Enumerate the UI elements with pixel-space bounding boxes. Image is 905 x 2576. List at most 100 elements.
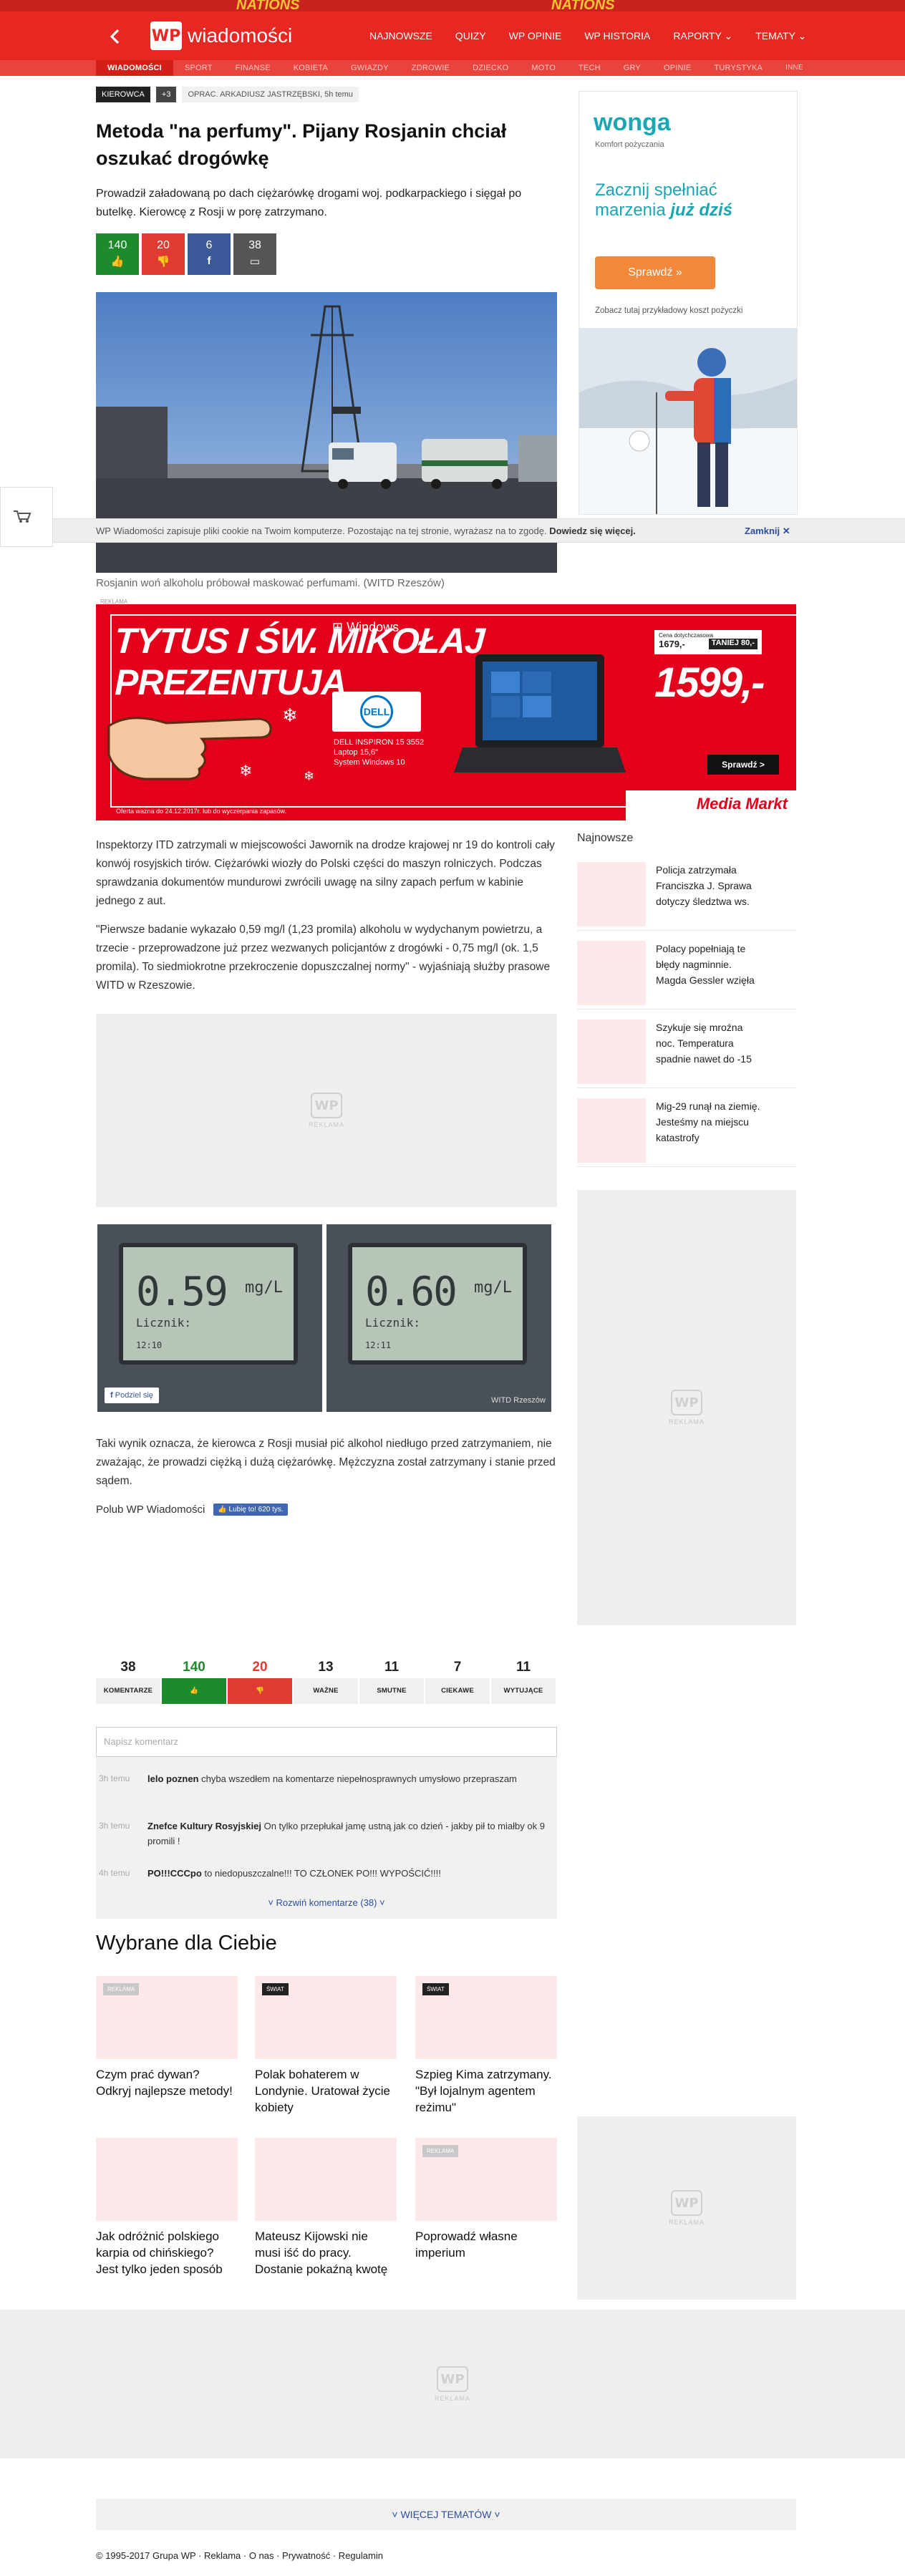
newest-item[interactable]: Polacy popełniają te błędy nagminnie. Ma… [577, 931, 796, 1009]
subnav-gwiazdy[interactable]: GWIAZDY [339, 60, 400, 76]
card-badge: ŚWIAT [262, 1983, 289, 1995]
card-image: REKLAMA [96, 1976, 238, 2059]
nav-tematy[interactable]: TEMATY ⌄ [744, 23, 818, 49]
article-tags: KIEROWCA +3 OPRAC. ARKADIUSZ JASTRZĘBSKI… [96, 87, 359, 102]
reaction-comments[interactable]: 38 KOMENTARZE [96, 1660, 160, 1704]
meter-time: 12:11 [365, 1340, 392, 1350]
more-topics-button[interactable]: ˅ WIĘCEJ TEMATÓW ˅ [96, 2499, 796, 2530]
reaction-upvote[interactable]: 140 👍 [162, 1660, 226, 1704]
comment-icon: ▭ [249, 256, 261, 268]
comment[interactable]: 3h temu lelo poznen chyba wszedłem na kom… [96, 1771, 557, 1786]
subnav-kobieta[interactable]: KOBIETA [282, 60, 339, 76]
nav-wp-historia[interactable]: WP HISTORIA [573, 23, 662, 49]
side-floating-button[interactable] [0, 487, 53, 547]
recommended-card[interactable]: ŚWIAT Polak bohaterem w Londynie. Uratowa… [255, 1976, 397, 2116]
reaction-wkurzajace[interactable]: 11 WYTUJĄCE [491, 1660, 556, 1704]
subnav-turystyka[interactable]: TURYSTYKA [702, 60, 774, 76]
cookie-close-button[interactable]: Zamknij ✕ [745, 526, 790, 537]
snowflake-icon: ❄ [304, 769, 315, 783]
nav-wp-opinie[interactable]: WP OPINIE [498, 23, 574, 49]
comment-input[interactable]: Napisz komentarz [96, 1727, 557, 1757]
meter-label: Licznik: [136, 1316, 192, 1330]
wonga-check-button[interactable]: Sprawdź » [595, 256, 715, 289]
comment[interactable]: 3h temu Znefce Kultury Rosyjskiej On tylk… [96, 1819, 557, 1849]
reaction-smutne[interactable]: 11 SMUTNE [359, 1660, 424, 1704]
subnav-finanse[interactable]: FINANSE [224, 60, 282, 76]
newest-item[interactable]: Mig-29 runął na ziemię. Jesteśmy na miej… [577, 1088, 796, 1167]
cookie-more-link[interactable]: Dowiedz się więcej. [549, 526, 636, 536]
expand-comments-link[interactable]: ˅ Rozwiń komentarze (38) ˅ [96, 1897, 557, 1908]
reaction-downvote[interactable]: 20 👎 [228, 1660, 292, 1704]
back-arrow-icon[interactable] [107, 29, 123, 44]
ad-label: REKLAMA [668, 2219, 705, 2226]
meter-time: 12:10 [136, 1340, 163, 1350]
nav-raporty[interactable]: RAPORTY ⌄ [662, 23, 744, 49]
laptop-image [454, 654, 626, 773]
newest-item[interactable]: Szykuje się mroźna noc. Temperatura spad… [577, 1009, 796, 1088]
fb-count: 6 [205, 239, 213, 251]
mediamarkt-logo: Media Markt [626, 790, 796, 820]
meter-value: 0.59 [136, 1269, 228, 1315]
ad-note: Oferta ważna do 24.12.2017r. lub do wycz… [116, 808, 287, 815]
facebook-icon: f [207, 255, 211, 267]
wp-logo[interactable]: WP wiadomości [150, 19, 292, 53]
logo-text: wiadomości [188, 24, 293, 47]
tag-kierowca[interactable]: KIEROWCA [96, 87, 150, 102]
reaction-wazne[interactable]: 13 WAŻNE [294, 1660, 358, 1704]
ad-label: REKLAMA [434, 2395, 470, 2402]
facebook-like-button[interactable]: 👍 Lubię to! 620 tys. [213, 1504, 288, 1516]
card-title: Poprowadź własne imperium [415, 2229, 518, 2260]
thumb-down-icon: 👎 [156, 256, 170, 268]
meter-unit: mg/L [245, 1279, 283, 1297]
reaction-ciekawe[interactable]: 7 CIEKAWE [425, 1660, 490, 1704]
laptop-spec: DELL INSPIRON 15 3552 Laptop 15,6" System … [334, 738, 425, 767]
recommended-card[interactable]: Jak odróżnić polskiego karpia od chiński… [96, 2138, 238, 2277]
recommended-card[interactable]: REKLAMA Czym prać dywan? Odkryj najlepsze… [96, 1976, 238, 2099]
article-paragraph: Taki wynik oznacza, że kierowca z Rosji … [96, 1438, 556, 1487]
subnav-wiadomosci[interactable]: WIADOMOŚCI [96, 60, 173, 76]
snowflake-icon: ❄ [239, 762, 253, 780]
article-paragraph: "Pierwsze badanie wykazało 0,59 mg/l (1,… [96, 924, 551, 992]
recommended-card[interactable]: ŚWIAT Szpieg Kima zatrzymany. "Był lojaln… [415, 1976, 557, 2116]
article-body: Inspektorzy ITD zatrzymali w miejscowośc… [96, 836, 557, 1005]
subnav-dziecko[interactable]: DZIECKO [461, 60, 520, 76]
mediamarkt-ad[interactable]: TYTUS I ŚW. MIKOŁAJ PREZENTUJĄ ⊞ Windows… [96, 604, 796, 820]
nav-quizy[interactable]: QUIZY [444, 23, 498, 49]
ad-label: REKLAMA [668, 1418, 705, 1425]
subnav-moto[interactable]: MOTO [520, 60, 567, 76]
newest-sidebar: Najnowsze Policja zatrzymała Franciszka … [577, 832, 796, 1167]
ad-check-button[interactable]: Sprawdź > [707, 755, 779, 775]
subnav-gry[interactable]: GRY [612, 60, 652, 76]
comment[interactable]: 4h temu PO!!!CCCpo to niedopuszczalne!!! … [96, 1866, 557, 1881]
recommended-card[interactable]: Mateusz Kijowski nie musi iść do pracy. … [255, 2138, 397, 2277]
card-title: Polak bohaterem w Londynie. Uratował życ… [255, 2068, 390, 2114]
subnav-inne[interactable]: INNE [774, 60, 815, 76]
upvote-button[interactable]: 140 👍 [96, 233, 139, 275]
facebook-share-button[interactable]: 6f [188, 233, 231, 275]
wonga-ad[interactable]: wonga Komfort pożyczania Zacznij spełnia… [579, 91, 798, 515]
inline-ad-placeholder: WP REKLAMA [96, 1014, 557, 1207]
recommended-card[interactable]: REKLAMA Poprowadź własne imperium [415, 2138, 557, 2261]
footer-links[interactable]: © 1995-2017 Grupa WP · Reklama · O nas ·… [96, 2550, 383, 2561]
top-banner-strip[interactable]: NATIONS NATIONS [0, 0, 905, 11]
subnav-zdrowie[interactable]: ZDROWIE [400, 60, 461, 76]
share-button[interactable]: f Podziel się [105, 1388, 159, 1403]
wonga-note[interactable]: Zobacz tutaj przykładowy koszt pożyczki [595, 306, 742, 315]
subnav-sport[interactable]: SPORT [173, 60, 224, 76]
banner-text: NATIONS [551, 0, 615, 11]
reactions-bar: 38 KOMENTARZE 140 👍 20 👎 13 WAŻNE 11 SMUTNE 7… [96, 1660, 557, 1704]
subnav-tech[interactable]: TECH [567, 60, 612, 76]
newest-item-title: Polacy popełniają te błędy nagminnie. Ma… [656, 943, 755, 986]
wp-logo-icon: WP [150, 21, 182, 50]
recommended-title: Wybrane dla Ciebie [96, 1932, 277, 1955]
comments-section: Napisz komentarz 3h temu lelo poznen chyb… [96, 1727, 557, 1919]
breathalyzer-photos[interactable]: 0.59 mg/L Licznik: 12:10 0.60 mg/L Liczn… [96, 1224, 557, 1412]
card-badge: REKLAMA [422, 2145, 459, 2157]
comments-button[interactable]: 38 ▭ [233, 233, 276, 275]
dell-logo: DELL [332, 692, 421, 732]
newest-item[interactable]: Policja zatrzymała Franciszka J. Sprawa … [577, 852, 796, 931]
subnav-opinie[interactable]: OPINIE [652, 60, 703, 76]
nav-najnowsze[interactable]: NAJNOWSZE [358, 23, 444, 49]
tag-more[interactable]: +3 [155, 87, 177, 102]
downvote-button[interactable]: 20 👎 [142, 233, 185, 275]
